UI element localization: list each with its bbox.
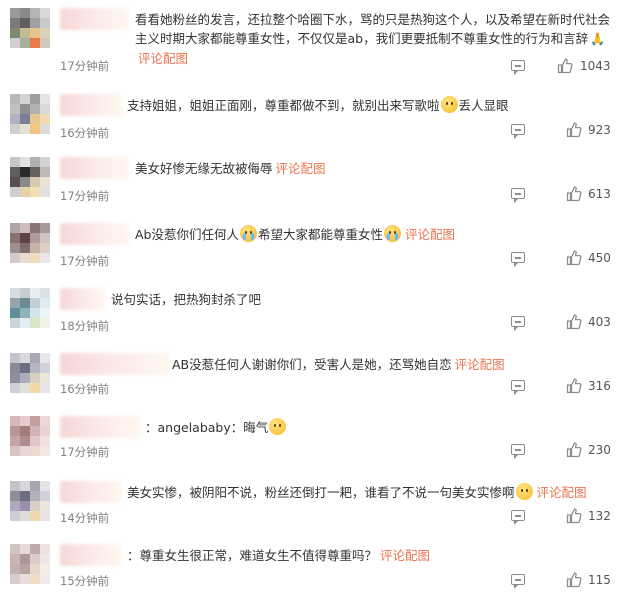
comment-item: 看看她粉丝的发言，还拉整个哈圈下水，骂的只是热狗这个人，以及希望在新时代社会主义… bbox=[0, 8, 634, 75]
comment-reply-icon[interactable] bbox=[511, 188, 525, 203]
comment-body: Ab没惹你们任何人 bbox=[135, 227, 239, 242]
avatar[interactable] bbox=[10, 288, 50, 328]
face-emoji-icon bbox=[269, 418, 287, 435]
comment-text: 美女好惨无缘无故被侮辱 评论配图 bbox=[135, 159, 605, 178]
avatar[interactable] bbox=[10, 481, 50, 521]
comment-reply-icon[interactable] bbox=[511, 124, 525, 139]
avatar[interactable] bbox=[10, 8, 50, 48]
face-emoji-icon bbox=[515, 483, 533, 500]
thumbs-up-icon[interactable] bbox=[566, 314, 582, 330]
comment-item: ：angelababy：晦气 17分钟前 230 bbox=[0, 416, 634, 476]
comment-body: ：尊重女生很正常，难道女生不值得尊重吗？ bbox=[127, 548, 378, 563]
comment-text: 看看她粉丝的发言，还拉整个哈圈下水，骂的只是热狗这个人，以及希望在新时代社会主义… bbox=[135, 10, 610, 68]
comment-item: 说句实话，把热狗封杀了吧 18分钟前 403 bbox=[0, 288, 634, 348]
comment-reply-icon[interactable] bbox=[511, 60, 525, 75]
thumbs-up-icon[interactable] bbox=[566, 378, 582, 394]
comment-timestamp: 17分钟前 bbox=[60, 59, 110, 73]
avatar[interactable] bbox=[10, 94, 50, 134]
avatar[interactable] bbox=[10, 544, 50, 584]
thumbs-up-icon[interactable] bbox=[566, 508, 582, 524]
comment-body: ：angelababy：晦气 bbox=[145, 420, 269, 435]
thumbs-up-icon[interactable] bbox=[566, 250, 582, 266]
avatar[interactable] bbox=[10, 416, 50, 456]
pray-emoji-icon: 🙏 bbox=[590, 32, 606, 46]
thumbs-up-icon[interactable] bbox=[566, 442, 582, 458]
face-emoji-icon bbox=[440, 96, 458, 113]
comment-text: Ab没惹你们任何人 希望大家都能尊重女性 评论配图 bbox=[135, 225, 605, 244]
like-count: 1043 bbox=[580, 59, 611, 73]
like-count: 230 bbox=[588, 443, 611, 457]
comment-image-link[interactable]: 评论配图 bbox=[537, 485, 587, 500]
username-blurred[interactable] bbox=[60, 353, 170, 375]
comment-image-link[interactable]: 评论配图 bbox=[380, 548, 430, 563]
comment-text: 说句实话，把热狗封杀了吧 bbox=[111, 290, 581, 309]
comment-body-continued: 希望大家都能尊重女性 bbox=[258, 227, 384, 242]
comment-text: AB没惹任何人谢谢你们，受害人是她，还骂她自恋 评论配图 bbox=[172, 355, 634, 374]
like-count: 923 bbox=[588, 123, 611, 137]
comment-text: 支持姐姐，姐姐正面刚，尊重都做不到，就别出来写歌啦 丢人显眼 bbox=[127, 96, 597, 115]
comment-body: 美女实惨，被阴阳不说，粉丝还倒打一耙，谁看了不说一句美女实惨啊 bbox=[127, 485, 515, 500]
comment-image-link[interactable]: 评论配图 bbox=[405, 227, 455, 242]
comment-reply-icon[interactable] bbox=[511, 380, 525, 395]
comment-image-link[interactable]: 评论配图 bbox=[455, 357, 505, 372]
like-count: 132 bbox=[588, 509, 611, 523]
thumbs-up-icon[interactable] bbox=[557, 58, 573, 74]
like-count: 115 bbox=[588, 573, 611, 587]
like-count: 613 bbox=[588, 187, 611, 201]
comment-body: 支持姐姐，姐姐正面刚，尊重都做不到，就别出来写歌啦 bbox=[127, 98, 440, 113]
crying-face-icon bbox=[240, 225, 257, 242]
avatar[interactable] bbox=[10, 353, 50, 393]
comment-timestamp: 17分钟前 bbox=[60, 189, 110, 203]
comment-item: Ab没惹你们任何人 希望大家都能尊重女性 评论配图 17分钟前 450 bbox=[0, 223, 634, 283]
comment-body: 美女好惨无缘无故被侮辱 bbox=[135, 161, 273, 176]
avatar[interactable] bbox=[10, 157, 50, 197]
comment-timestamp: 15分钟前 bbox=[60, 574, 110, 588]
thumbs-up-icon[interactable] bbox=[566, 186, 582, 202]
username-blurred[interactable] bbox=[60, 157, 130, 179]
comment-body: 看看她粉丝的发言，还拉整个哈圈下水，骂的只是热狗这个人，以及希望在新时代社会主义… bbox=[135, 12, 611, 46]
comment-reply-icon[interactable] bbox=[511, 444, 525, 459]
comment-item: 支持姐姐，姐姐正面刚，尊重都做不到，就别出来写歌啦 丢人显眼 16分钟前 923 bbox=[0, 94, 634, 154]
comment-body: AB没惹任何人谢谢你们，受害人是她，还骂她自恋 bbox=[172, 357, 452, 372]
comment-timestamp: 18分钟前 bbox=[60, 319, 110, 333]
thumbs-up-icon[interactable] bbox=[566, 122, 582, 138]
comment-text: ：angelababy：晦气 bbox=[145, 418, 615, 437]
thumbs-up-icon[interactable] bbox=[566, 572, 582, 588]
comment-image-link[interactable]: 评论配图 bbox=[276, 161, 326, 176]
username-blurred[interactable] bbox=[60, 416, 140, 438]
comment-timestamp: 16分钟前 bbox=[60, 126, 110, 140]
comment-image-link[interactable]: 评论配图 bbox=[138, 51, 188, 66]
username-blurred[interactable] bbox=[60, 94, 122, 116]
comment-timestamp: 17分钟前 bbox=[60, 254, 110, 268]
comment-item: ：尊重女生很正常，难道女生不值得尊重吗？ 评论配图 15分钟前 115 bbox=[0, 544, 634, 604]
username-blurred[interactable] bbox=[60, 481, 122, 503]
comment-timestamp: 17分钟前 bbox=[60, 445, 110, 459]
comment-reply-icon[interactable] bbox=[511, 574, 525, 589]
username-blurred[interactable] bbox=[60, 544, 122, 566]
like-count: 316 bbox=[588, 379, 611, 393]
like-count: 450 bbox=[588, 251, 611, 265]
like-count: 403 bbox=[588, 315, 611, 329]
comment-text: ：尊重女生很正常，难道女生不值得尊重吗？ 评论配图 bbox=[127, 546, 597, 565]
comment-text: 美女实惨，被阴阳不说，粉丝还倒打一耙，谁看了不说一句美女实惨啊 评论配图 bbox=[127, 483, 597, 502]
comment-item: 美女好惨无缘无故被侮辱 评论配图 17分钟前 613 bbox=[0, 157, 634, 217]
comment-body: 说句实话，把热狗封杀了吧 bbox=[111, 292, 262, 307]
comment-timestamp: 14分钟前 bbox=[60, 511, 110, 525]
comment-item: AB没惹任何人谢谢你们，受害人是她，还骂她自恋 评论配图 16分钟前 316 bbox=[0, 353, 634, 413]
comment-reply-icon[interactable] bbox=[511, 316, 525, 331]
avatar[interactable] bbox=[10, 223, 50, 263]
comment-reply-icon[interactable] bbox=[511, 510, 525, 525]
comment-timestamp: 16分钟前 bbox=[60, 382, 110, 396]
crying-face-icon bbox=[384, 225, 402, 242]
username-blurred[interactable] bbox=[60, 288, 106, 310]
username-blurred[interactable] bbox=[60, 8, 130, 30]
comment-reply-icon[interactable] bbox=[511, 252, 525, 267]
comment-item: 美女实惨，被阴阳不说，粉丝还倒打一耙，谁看了不说一句美女实惨啊 评论配图 14分钟前… bbox=[0, 481, 634, 541]
comment-body-continued: 丢人显眼 bbox=[458, 98, 509, 113]
username-blurred[interactable] bbox=[60, 223, 130, 245]
